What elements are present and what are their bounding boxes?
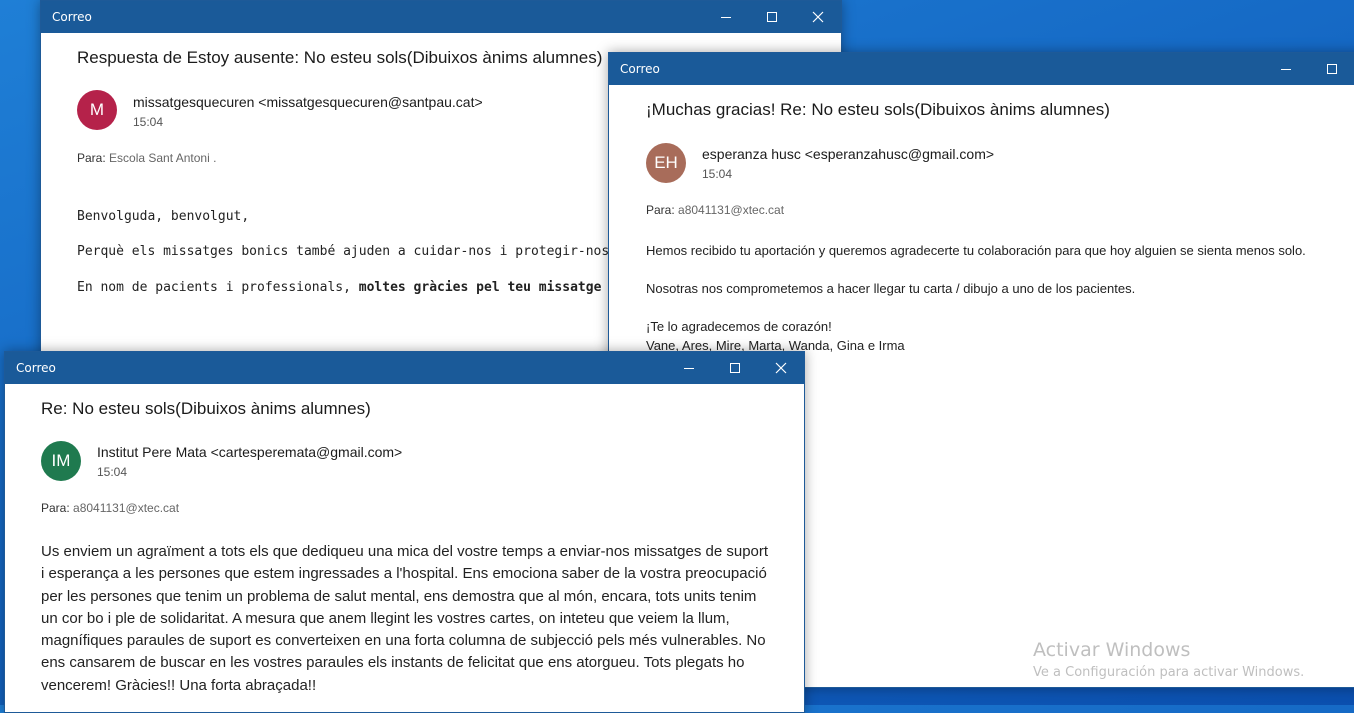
- avatar: EH: [646, 143, 686, 183]
- avatar: IM: [41, 441, 81, 481]
- maximize-button[interactable]: [1309, 53, 1354, 85]
- window-title: Correo: [16, 361, 56, 375]
- maximize-button[interactable]: [712, 352, 758, 384]
- activation-watermark: Activar Windows Ve a Configuración para …: [1033, 639, 1304, 680]
- to-label: Para:: [646, 203, 675, 217]
- maximize-button[interactable]: [749, 1, 795, 33]
- titlebar[interactable]: Correo: [609, 53, 1354, 85]
- close-button[interactable]: [795, 1, 841, 33]
- minimize-button[interactable]: [1263, 53, 1309, 85]
- body-line: ¡Te lo agradecemos de corazón!: [646, 319, 832, 334]
- timestamp: 15:04: [133, 115, 164, 129]
- body-line: Perquè els missatges bonics també ajuden…: [77, 244, 618, 259]
- close-button[interactable]: [758, 352, 804, 384]
- watermark-title: Activar Windows: [1033, 639, 1191, 661]
- minimize-button[interactable]: [666, 352, 712, 384]
- body-thanks: En nom de pacients i professionals, molt…: [77, 280, 641, 295]
- maximize-icon: [1327, 64, 1337, 74]
- to-label: Para:: [77, 151, 106, 165]
- email-subject: ¡Muchas gracias! Re: No esteu sols(Dibui…: [646, 100, 1110, 119]
- titlebar[interactable]: Correo: [41, 1, 841, 33]
- to-label: Para:: [41, 501, 70, 515]
- avatar: M: [77, 90, 117, 130]
- minimize-icon: [1281, 69, 1291, 70]
- email-body: Us enviem un agraïment a tots els que de…: [41, 543, 769, 694]
- body-line: Nosotras nos comprometemos a hacer llega…: [646, 281, 1136, 296]
- body-greeting: Benvolguda, benvolgut,: [77, 209, 250, 224]
- watermark-subtitle: Ve a Configuración para activar Windows.: [1033, 665, 1305, 680]
- close-icon: [812, 11, 824, 23]
- maximize-icon: [767, 12, 777, 22]
- sender[interactable]: missatgesquecuren <missatgesquecuren@san…: [133, 94, 483, 110]
- window-title: Correo: [52, 10, 92, 24]
- close-icon: [775, 362, 787, 374]
- recipient-line: Para: a8041131@xtec.cat: [646, 203, 784, 217]
- thanks-bold: moltes gràcies pel teu missatge !!!!: [358, 280, 641, 295]
- minimize-button[interactable]: [703, 1, 749, 33]
- recipient-line: Para: a8041131@xtec.cat: [41, 501, 179, 515]
- email-subject: Re: No esteu sols(Dibuixos ànims alumnes…: [41, 399, 371, 418]
- to-value[interactable]: a8041131@xtec.cat: [73, 501, 179, 515]
- email-subject: Respuesta de Estoy ausente: No esteu sol…: [77, 48, 603, 67]
- to-value[interactable]: a8041131@xtec.cat: [678, 203, 784, 217]
- timestamp: 15:04: [702, 167, 733, 181]
- mail-window-3: Correo Re: No esteu sols(Dibuixos ànims …: [4, 351, 805, 713]
- body-line: Hemos recibido tu aportación y queremos …: [646, 243, 1306, 258]
- maximize-icon: [730, 363, 740, 373]
- recipient-line: Para: Escola Sant Antoni .: [77, 151, 216, 165]
- minimize-icon: [721, 17, 731, 18]
- to-value[interactable]: Escola Sant Antoni .: [109, 151, 216, 165]
- titlebar[interactable]: Correo: [5, 352, 804, 384]
- minimize-icon: [684, 368, 694, 369]
- thanks-prefix: En nom de pacients i professionals,: [77, 280, 359, 295]
- sender[interactable]: esperanza husc <esperanzahusc@gmail.com>: [702, 146, 994, 162]
- timestamp: 15:04: [97, 465, 128, 479]
- window-title: Correo: [620, 62, 660, 76]
- sender[interactable]: Institut Pere Mata <cartesperemata@gmail…: [97, 444, 402, 460]
